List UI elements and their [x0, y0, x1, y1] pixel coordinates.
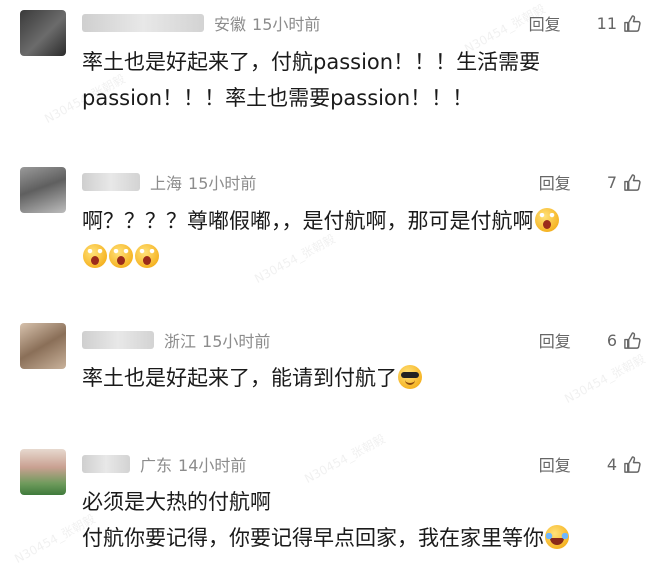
comment-line: 付航你要记得，你要记得早点回家，我在家里等你 [82, 520, 642, 556]
avatar[interactable] [20, 167, 66, 213]
watermark: N30454_张朝毅 [302, 431, 388, 487]
avatar[interactable] [20, 323, 66, 369]
face-with-open-mouth-emoji [109, 244, 133, 268]
region-label: 上海 [150, 174, 183, 193]
avatar[interactable] [20, 449, 66, 495]
reply-button[interactable]: 回复 [539, 328, 571, 352]
comment-actions: 回复 11 [529, 11, 642, 35]
username-blurred[interactable] [82, 455, 130, 473]
comment-line-text: 付航你要记得，你要记得早点回家，我在家里等你 [82, 526, 544, 550]
comment-line: 必须是大热的付航啊 [82, 490, 271, 514]
thumbs-up-icon[interactable] [623, 14, 642, 33]
comment-line: passion！！！率土也需要passion！！！ [82, 86, 474, 110]
face-with-open-mouth-emoji [83, 244, 107, 268]
thumbs-up-icon[interactable] [623, 331, 642, 350]
face-with-open-mouth-emoji [135, 244, 159, 268]
laughing-tears-face-emoji [545, 525, 569, 549]
reply-button[interactable]: 回复 [529, 11, 561, 35]
username-blurred[interactable] [82, 14, 204, 32]
face-with-open-mouth-emoji [534, 208, 559, 232]
like-count: 4 [606, 454, 617, 474]
comment-meta: 上海 15小时前 [82, 170, 256, 194]
username-blurred[interactable] [82, 331, 154, 349]
avatar[interactable] [20, 10, 66, 56]
timestamp: 15小时前 [202, 332, 271, 351]
comment-text: 必须是大热的付航啊 付航你要记得，你要记得早点回家，我在家里等你 [82, 484, 642, 556]
comment-actions: 回复 4 [539, 452, 642, 476]
thumbs-up-icon[interactable] [623, 173, 642, 192]
sunglasses-face-emoji [398, 365, 422, 389]
comment-line: 率土也是好起来了，能请到付航了 [82, 360, 642, 396]
timestamp: 15小时前 [188, 174, 257, 193]
comment-text: 率土也是好起来了，付航passion！！！生活需要 passion！！！率土也需… [82, 44, 642, 116]
comment-meta: 浙江 15小时前 [82, 328, 270, 352]
like-count: 6 [606, 330, 617, 350]
comment-meta: 安徽 15小时前 [82, 11, 320, 35]
thumbs-up-icon[interactable] [623, 455, 642, 474]
like-count: 11 [596, 13, 617, 33]
comment-line-text: 啊？？？？尊嘟假嘟，，是付航啊，那可是付航啊 [82, 209, 534, 233]
comment-line [82, 239, 642, 275]
comment-line-text: 率土也是好起来了，能请到付航了 [82, 366, 397, 390]
reply-button[interactable]: 回复 [539, 452, 571, 476]
like-count: 7 [606, 172, 617, 192]
timestamp: 15小时前 [252, 15, 321, 34]
comment-text: 啊？？？？尊嘟假嘟，，是付航啊，那可是付航啊 [82, 203, 642, 275]
comment-actions: 回复 7 [539, 170, 642, 194]
comment-actions: 回复 6 [539, 328, 642, 352]
comment-meta: 广东 14小时前 [82, 452, 246, 476]
region-label: 安徽 [214, 15, 247, 34]
reply-button[interactable]: 回复 [539, 170, 571, 194]
region-label: 广东 [140, 456, 173, 475]
username-blurred[interactable] [82, 173, 140, 191]
comment-line: 啊？？？？尊嘟假嘟，，是付航啊，那可是付航啊 [82, 203, 642, 239]
timestamp: 14小时前 [178, 456, 247, 475]
region-label: 浙江 [164, 332, 197, 351]
comment-text: 率土也是好起来了，能请到付航了 [82, 360, 642, 396]
comment-line: 率土也是好起来了，付航passion！！！生活需要 [82, 50, 541, 74]
